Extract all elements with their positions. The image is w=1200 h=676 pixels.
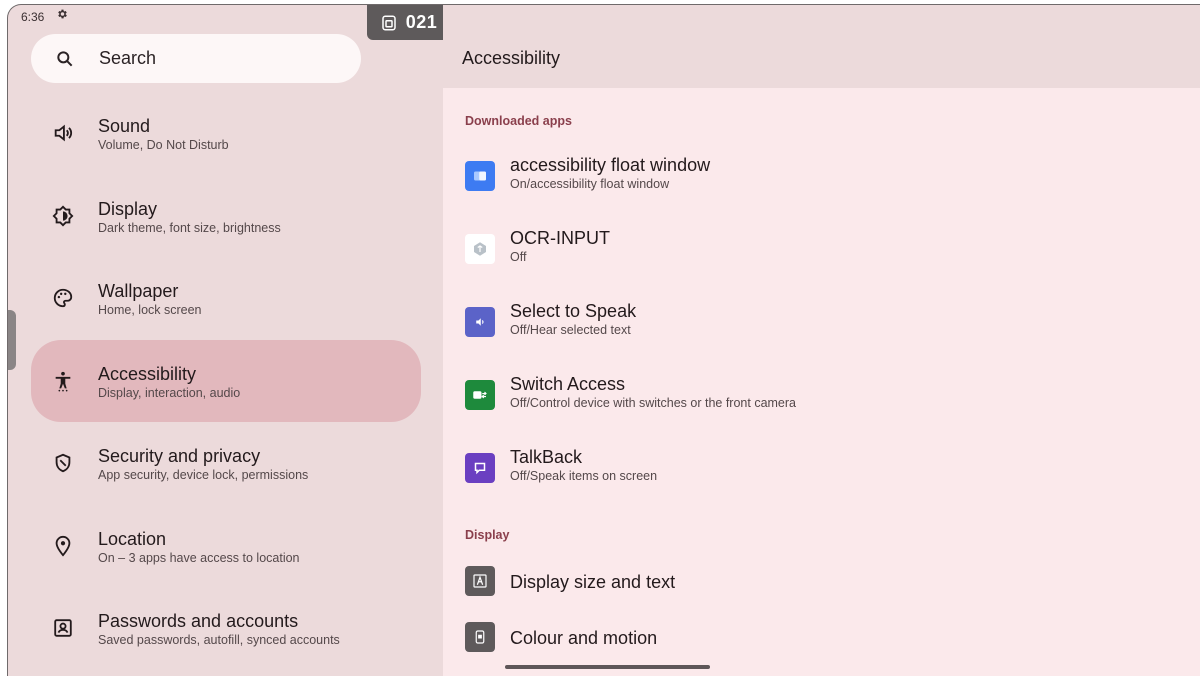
palette-icon bbox=[51, 286, 75, 310]
nav-title: Passwords and accounts bbox=[98, 610, 299, 631]
nav-subtitle: Home, lock screen bbox=[98, 302, 202, 317]
nav-item-accessibility[interactable]: Accessibility Display, interaction, audi… bbox=[31, 340, 421, 422]
item-title: Display size and text bbox=[510, 572, 676, 592]
app-subtitle: Off bbox=[510, 250, 527, 264]
app-subtitle: Off/Control device with switches or the … bbox=[510, 396, 796, 410]
nav-item-passwords[interactable]: Passwords and accounts Saved passwords, … bbox=[31, 587, 421, 669]
detail-header: Accessibility bbox=[443, 5, 1200, 88]
float-window-icon bbox=[465, 161, 495, 191]
app-subtitle: On/accessibility float window bbox=[510, 177, 670, 191]
app-title: Select to Speak bbox=[510, 301, 637, 321]
colour-motion-icon bbox=[465, 622, 495, 652]
settings-list-pane: Search Sound Volume, Do Not Disturb Disp… bbox=[8, 5, 443, 676]
detail-body: Downloaded apps accessibility float wind… bbox=[443, 88, 1200, 676]
nav-title: Sound bbox=[98, 115, 151, 136]
app-item-switch-access[interactable]: Switch Access Off/Control device with sw… bbox=[465, 373, 1200, 433]
switch-access-icon bbox=[465, 380, 495, 410]
app-item-ocr-input[interactable]: OCR-INPUT Off bbox=[465, 227, 1200, 287]
nav-subtitle: Saved passwords, autofill, synced accoun… bbox=[98, 632, 340, 647]
nav-subtitle: On – 3 apps have access to location bbox=[98, 550, 300, 565]
section-header-display: Display bbox=[465, 528, 510, 542]
nav-subtitle: App security, device lock, permissions bbox=[98, 467, 309, 482]
speaker-icon bbox=[51, 121, 75, 145]
text-size-icon bbox=[465, 566, 495, 596]
nav-title: Location bbox=[98, 528, 167, 549]
section-header-downloaded: Downloaded apps bbox=[465, 114, 572, 128]
nav-item-security[interactable]: Security and privacy App security, devic… bbox=[31, 422, 421, 504]
app-item-select-to-speak[interactable]: Select to Speak Off/Hear selected text bbox=[465, 300, 1200, 360]
left-edge-handle[interactable] bbox=[8, 310, 16, 370]
app-subtitle: Off/Hear selected text bbox=[510, 323, 631, 337]
item-title: Colour and motion bbox=[510, 628, 658, 648]
nav-subtitle: Volume, Do Not Disturb bbox=[98, 137, 229, 152]
app-title: OCR-INPUT bbox=[510, 228, 610, 248]
nav-item-display[interactable]: Display Dark theme, font size, brightnes… bbox=[31, 175, 421, 257]
app-title: accessibility float window bbox=[510, 155, 711, 175]
nav-title: Security and privacy bbox=[98, 445, 261, 466]
nav-item-sound[interactable]: Sound Volume, Do Not Disturb bbox=[31, 92, 421, 174]
nav-item-wallpaper[interactable]: Wallpaper Home, lock screen bbox=[31, 257, 421, 339]
brightness-icon bbox=[51, 204, 75, 228]
gesture-nav-handle[interactable] bbox=[505, 665, 710, 669]
nav-subtitle: Dark theme, font size, brightness bbox=[98, 220, 281, 235]
app-title: TalkBack bbox=[510, 447, 583, 467]
search-icon bbox=[57, 50, 73, 66]
page-title: Accessibility bbox=[462, 48, 561, 68]
shield-icon bbox=[51, 451, 75, 475]
search-label: Search bbox=[99, 48, 157, 68]
detail-pane: Accessibility Downloaded apps accessibil… bbox=[443, 5, 1200, 676]
search-bar[interactable]: Search bbox=[31, 34, 361, 83]
nav-title: Accessibility bbox=[98, 363, 197, 384]
select-to-speak-icon bbox=[465, 307, 495, 337]
nav-title: Wallpaper bbox=[98, 280, 179, 301]
nav-title: Display bbox=[98, 198, 158, 219]
app-item-float-window[interactable]: accessibility float window On/accessibil… bbox=[465, 154, 1200, 214]
item-display-size-text[interactable]: Display size and text bbox=[465, 563, 1200, 623]
account-box-icon bbox=[51, 616, 75, 640]
app-title: Switch Access bbox=[510, 374, 626, 394]
talkback-icon bbox=[465, 453, 495, 483]
ocr-icon bbox=[465, 234, 495, 264]
screen-frame: 6:36 021 048 Search Sound Volume, Do Not… bbox=[7, 4, 1200, 676]
location-pin-icon bbox=[51, 534, 75, 558]
accessibility-icon bbox=[51, 369, 75, 393]
nav-subtitle: Display, interaction, audio bbox=[98, 385, 241, 400]
app-item-talkback[interactable]: TalkBack Off/Speak items on screen bbox=[465, 446, 1200, 506]
app-subtitle: Off/Speak items on screen bbox=[510, 469, 658, 483]
nav-item-location[interactable]: Location On – 3 apps have access to loca… bbox=[31, 505, 421, 587]
